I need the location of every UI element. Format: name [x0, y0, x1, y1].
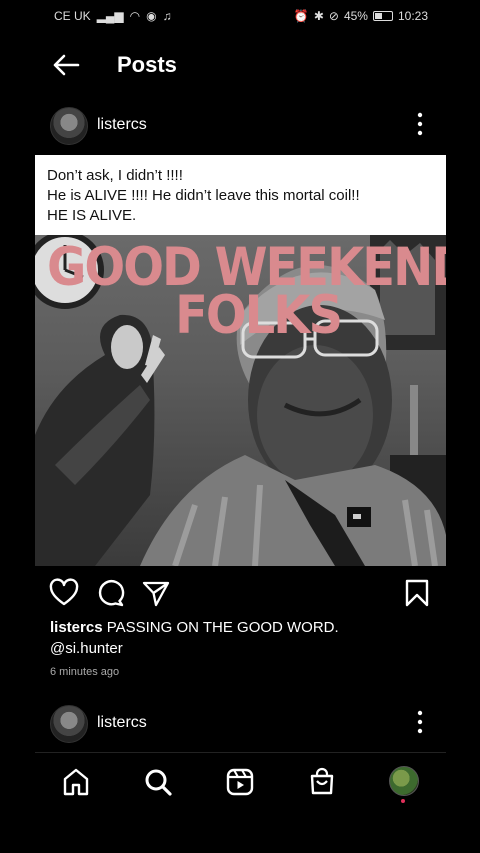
- image-caption-box: Don’t ask, I didn’t !!!! He is ALIVE !!!…: [35, 155, 446, 235]
- caption-text: PASSING ON THE GOOD WORD.: [106, 619, 339, 636]
- arrow-left-icon: [53, 54, 80, 76]
- post-caption: listercs PASSING ON THE GOOD WORD.: [50, 619, 339, 636]
- top-bar: Posts: [0, 40, 480, 90]
- eye-icon: ◉: [146, 9, 157, 23]
- avatar[interactable]: [50, 705, 88, 743]
- carrier-label: CE UK: [54, 9, 91, 23]
- caption-username[interactable]: listercs: [50, 619, 103, 636]
- nav-reels[interactable]: [225, 767, 255, 797]
- caption-line: HE IS ALIVE.: [47, 207, 137, 224]
- avatar[interactable]: [50, 107, 88, 145]
- battery-icon: [372, 11, 393, 21]
- bluetooth-icon: ✱: [313, 9, 324, 23]
- post-header: listercs: [0, 107, 480, 147]
- more-options-button[interactable]: [412, 111, 428, 137]
- search-icon: [145, 769, 172, 796]
- next-post-header: listercs: [0, 705, 480, 745]
- nav-home[interactable]: [61, 767, 91, 797]
- more-vertical-icon: [417, 112, 423, 136]
- more-vertical-icon: [417, 710, 423, 734]
- mute-icon: ⊘: [328, 9, 339, 23]
- heart-icon: [49, 578, 79, 606]
- mention-link[interactable]: @si.hunter: [50, 640, 123, 657]
- nav-shop[interactable]: [307, 767, 337, 797]
- more-options-button[interactable]: [412, 709, 428, 735]
- notification-dot: [401, 799, 405, 803]
- post-actions: [0, 576, 480, 610]
- post-time: 6 minutes ago: [50, 666, 120, 678]
- bottom-nav: [35, 752, 446, 813]
- shop-icon: [310, 767, 334, 795]
- clock: 10:23: [397, 9, 428, 23]
- home-icon: [63, 768, 89, 796]
- share-button[interactable]: [141, 578, 171, 608]
- alarm-icon: ⏰: [293, 9, 309, 23]
- signal-icon: ▂▄▆: [96, 9, 124, 23]
- send-icon: [142, 581, 170, 607]
- comment-icon: [98, 580, 125, 607]
- nav-search[interactable]: [143, 767, 173, 797]
- save-button[interactable]: [402, 578, 432, 608]
- page-title: Posts: [117, 52, 177, 77]
- reels-icon: [226, 768, 254, 796]
- nav-profile-avatar[interactable]: [389, 766, 419, 796]
- back-button[interactable]: [50, 50, 82, 80]
- caption-line: Don’t ask, I didn’t !!!!: [47, 167, 183, 184]
- overlay-text: GOOD WEEKEND FOLKS: [47, 236, 446, 347]
- status-bar: CE UK ▂▄▆ ◠ ◉ ♫ ⏰ ✱ ⊘ 45% 10:23: [0, 0, 480, 32]
- bookmark-icon: [405, 579, 429, 607]
- post-username[interactable]: listercs: [97, 714, 147, 732]
- caption-line: He is ALIVE !!!! He didn’t leave this mo…: [47, 187, 360, 204]
- battery-percent: 45%: [343, 9, 368, 23]
- like-button[interactable]: [49, 578, 79, 608]
- wifi-icon: ◠: [129, 9, 141, 23]
- comment-button[interactable]: [95, 578, 125, 608]
- music-icon: ♫: [162, 9, 172, 23]
- post-username[interactable]: listercs: [97, 116, 147, 134]
- post-photo[interactable]: GOOD WEEKEND FOLKS: [35, 235, 446, 566]
